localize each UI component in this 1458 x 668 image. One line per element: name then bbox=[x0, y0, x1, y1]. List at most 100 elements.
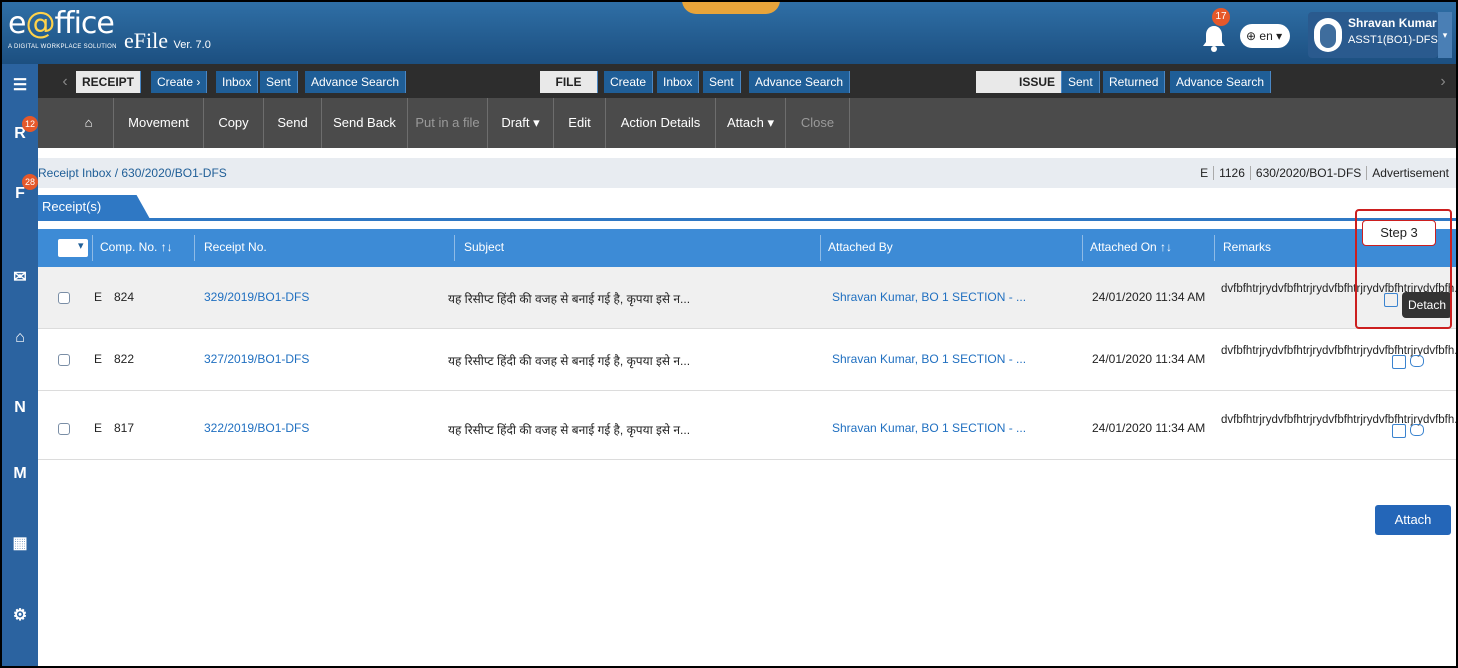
nav-file-advance-search[interactable]: Advance Search bbox=[749, 71, 851, 93]
send-button[interactable]: Send bbox=[264, 98, 322, 148]
close-button[interactable]: Close bbox=[786, 98, 850, 148]
home-icon[interactable]: ⌂ bbox=[64, 98, 114, 148]
header-attached-on[interactable]: Attached On ↑↓ bbox=[1090, 240, 1172, 254]
header-divider bbox=[820, 235, 821, 261]
movement-button[interactable]: Movement bbox=[114, 98, 204, 148]
language-value: en bbox=[1259, 29, 1273, 43]
header-divider bbox=[1214, 235, 1215, 261]
nav-scroll-right-icon[interactable]: › bbox=[1436, 72, 1450, 92]
nav-file-inbox[interactable]: Inbox bbox=[657, 71, 700, 93]
row-type: E bbox=[94, 421, 103, 435]
attach-dropdown[interactable]: Attach ▾ bbox=[716, 98, 786, 148]
breadcrumb-path[interactable]: Receipt Inbox / 630/2020/BO1-DFS bbox=[38, 166, 227, 180]
table-row[interactable]: E 817 322/2019/BO1-DFS यह रिसीप्ट हिंदी … bbox=[38, 398, 1456, 460]
row-attached-by[interactable]: Shravan Kumar, BO 1 SECTION - ... bbox=[832, 352, 1026, 366]
nav-file-sent[interactable]: Sent bbox=[703, 71, 741, 93]
nav-issue-returned[interactable]: Returned bbox=[1103, 71, 1166, 93]
dak-icon[interactable]: ✉ bbox=[6, 264, 34, 292]
detach-icon[interactable] bbox=[1392, 355, 1406, 369]
nav-issue-sent[interactable]: Sent bbox=[1062, 71, 1100, 93]
product-name: eFile bbox=[124, 28, 168, 53]
header-divider bbox=[1082, 235, 1083, 261]
row-receipt-link[interactable]: 329/2019/BO1-DFS bbox=[204, 290, 309, 304]
row-attached-by[interactable]: Shravan Kumar, BO 1 SECTION - ... bbox=[832, 421, 1026, 435]
product-version: Ver. 7.0 bbox=[173, 39, 211, 51]
tab-underline bbox=[38, 218, 1456, 221]
app-window: e@ffice A DIGITAL WORKPLACE SOLUTION eFi… bbox=[0, 0, 1458, 668]
file-number: 630/2020/BO1-DFS bbox=[1249, 166, 1367, 180]
nav-receipt-group[interactable]: RECEIPT bbox=[76, 71, 142, 93]
select-all-checkbox[interactable] bbox=[58, 239, 88, 257]
row-subject: यह रिसीप्ट हिंदी की वजह से बनाई गई है, क… bbox=[448, 423, 691, 437]
tasks-icon[interactable]: ⌂ bbox=[6, 324, 34, 352]
user-dropdown-caret-icon[interactable]: ▾ bbox=[1438, 12, 1452, 58]
row-comp-no: 822 bbox=[114, 352, 135, 366]
copy-button[interactable]: Copy bbox=[204, 98, 264, 148]
file-type: E bbox=[1200, 166, 1209, 180]
nav-receipt-sent[interactable]: Sent bbox=[260, 71, 298, 93]
edit-button[interactable]: Edit bbox=[554, 98, 606, 148]
tab-receipts[interactable]: Receipt(s) bbox=[38, 195, 150, 219]
row-subject: यह रिसीप्ट हिंदी की वजह से बनाई गई है, क… bbox=[448, 354, 691, 368]
user-name: Shravan Kumar bbox=[1348, 16, 1437, 30]
header-remarks[interactable]: Remarks bbox=[1223, 240, 1271, 254]
nav-receipt-create[interactable]: Create › bbox=[151, 71, 208, 93]
table-row[interactable]: E 824 329/2019/BO1-DFS यह रिसीप्ट हिंदी … bbox=[38, 267, 1456, 329]
mis-icon[interactable]: M bbox=[6, 460, 34, 488]
logo-tagline: A DIGITAL WORKPLACE SOLUTION bbox=[8, 44, 117, 50]
row-receipt-link[interactable]: 327/2019/BO1-DFS bbox=[204, 352, 309, 366]
module-nav-bar: ‹ RECEIPT Create › Inbox Sent Advance Se… bbox=[38, 64, 1456, 98]
settings-gear-icon[interactable]: ⚙ bbox=[6, 602, 34, 630]
nav-file-group[interactable]: FILE bbox=[540, 71, 598, 93]
row-subject: यह रिसीप्ट हिंदी की वजह से बनाई गई है, क… bbox=[448, 292, 691, 306]
row-remarks: dvfbfhtrjrydvfbfhtrjrydvfbfhtrjrydvfbfht… bbox=[1221, 283, 1458, 295]
logo-suffix: ffice bbox=[54, 6, 114, 41]
step-callout: Step 3 bbox=[1362, 220, 1436, 246]
avatar[interactable] bbox=[1314, 18, 1342, 52]
nav-scroll-left-icon[interactable]: ‹ bbox=[58, 72, 72, 92]
eoffice-logo[interactable]: e@ffice bbox=[8, 6, 115, 41]
nav-issue-group[interactable]: ISSUE bbox=[976, 71, 1062, 93]
app-header: e@ffice A DIGITAL WORKPLACE SOLUTION eFi… bbox=[2, 2, 1456, 64]
nav-file-create[interactable]: Create bbox=[604, 71, 654, 93]
row-checkbox[interactable] bbox=[58, 423, 70, 435]
dsc-icon[interactable]: ▦ bbox=[6, 530, 34, 558]
attach-receipt-button[interactable]: Attach Receipt bbox=[1375, 505, 1451, 557]
row-attached-by[interactable]: Shravan Kumar, BO 1 SECTION - ... bbox=[832, 290, 1026, 304]
row-checkbox[interactable] bbox=[58, 292, 70, 304]
hamburger-menu-icon[interactable]: ☰ bbox=[6, 72, 34, 100]
header-receipt-no[interactable]: Receipt No. bbox=[204, 240, 267, 254]
file-computer-number: 1126 bbox=[1213, 166, 1250, 180]
table-header: Comp. No. ↑↓ Receipt No. Subject Attache… bbox=[38, 229, 1456, 267]
row-comp-no: 817 bbox=[114, 421, 135, 435]
row-attached-on: 24/01/2020 11:34 AM bbox=[1092, 352, 1206, 366]
nav-issue-advance-search[interactable]: Advance Search bbox=[1170, 71, 1272, 93]
header-divider bbox=[194, 235, 195, 261]
table-row[interactable]: E 822 327/2019/BO1-DFS यह रिसीप्ट हिंदी … bbox=[38, 329, 1456, 391]
nav-receipt-advance-search[interactable]: Advance Search bbox=[305, 71, 407, 93]
row-checkbox[interactable] bbox=[58, 354, 70, 366]
nav-receipt-inbox[interactable]: Inbox bbox=[216, 71, 259, 93]
row-receipt-link[interactable]: 322/2019/BO1-DFS bbox=[204, 421, 309, 435]
collapse-header-handle[interactable] bbox=[682, 2, 780, 14]
header-divider bbox=[454, 235, 455, 261]
header-subject[interactable]: Subject bbox=[464, 240, 504, 254]
view-icon[interactable] bbox=[1410, 424, 1424, 436]
detach-icon[interactable] bbox=[1392, 424, 1406, 438]
row-remarks: dvfbfhtrjrydvfbfhtrjrydvfbfhtrjrydvfbfht… bbox=[1221, 414, 1458, 426]
row-type: E bbox=[94, 290, 103, 304]
bell-icon[interactable] bbox=[1201, 24, 1227, 52]
file-info: E 1126 630/2020/BO1-DFS Advertisement bbox=[1195, 166, 1454, 180]
action-details-button[interactable]: Action Details bbox=[606, 98, 716, 148]
header-comp-no[interactable]: Comp. No. ↑↓ bbox=[100, 240, 173, 254]
send-back-button[interactable]: Send Back bbox=[322, 98, 408, 148]
notesheet-icon[interactable]: N bbox=[6, 394, 34, 422]
language-selector[interactable]: ⊕ en ▾ bbox=[1240, 24, 1290, 48]
notification-badge: 17 bbox=[1212, 8, 1230, 26]
header-attached-by[interactable]: Attached By bbox=[828, 240, 893, 254]
draft-dropdown[interactable]: Draft ▾ bbox=[488, 98, 554, 148]
row-comp-no: 824 bbox=[114, 290, 135, 304]
file-category: Advertisement bbox=[1366, 166, 1454, 180]
view-icon[interactable] bbox=[1410, 355, 1424, 367]
put-in-file-button[interactable]: Put in a file bbox=[408, 98, 488, 148]
